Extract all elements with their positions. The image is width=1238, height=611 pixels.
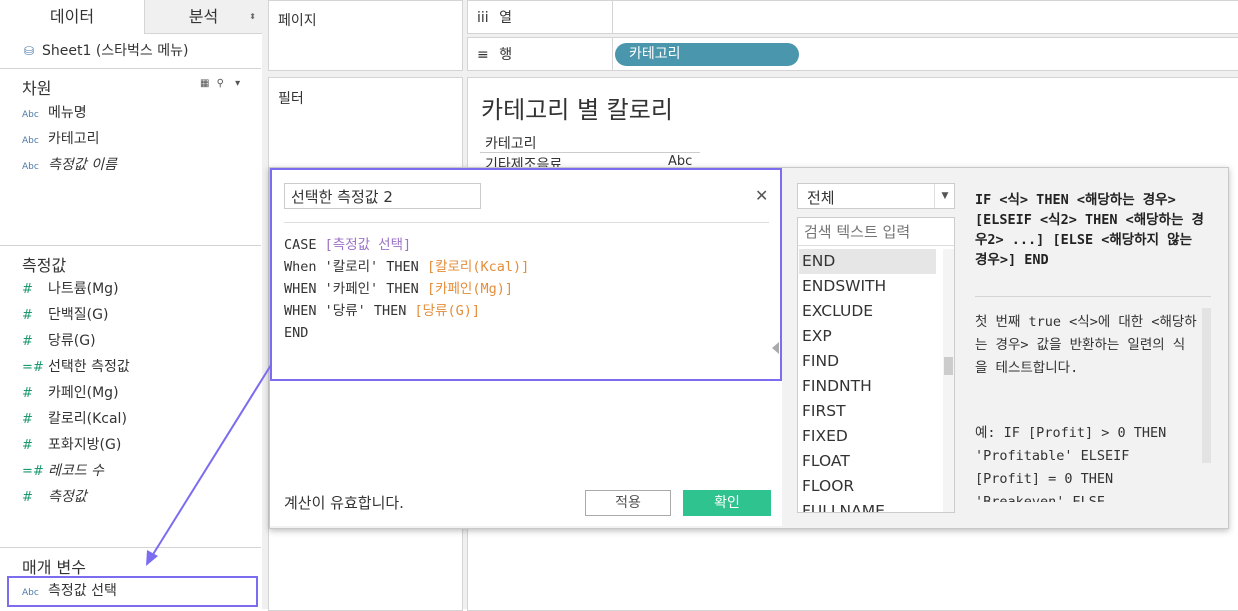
annotation-arrow	[146, 364, 272, 566]
arrow-line	[151, 364, 272, 557]
arrow-head-icon	[146, 550, 158, 566]
